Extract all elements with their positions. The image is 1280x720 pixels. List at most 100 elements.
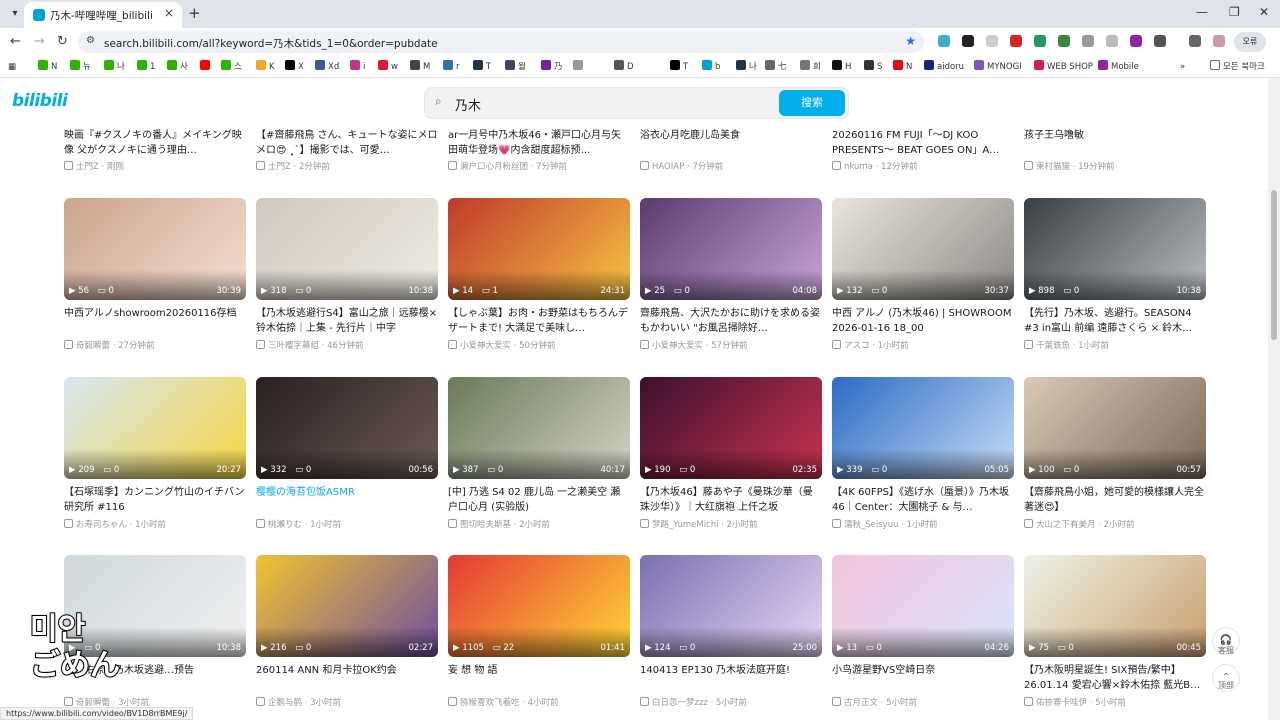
video-card[interactable]: ▶ 75 ▭ 0 00:45 【乃木阪明星誕生! SIX預告/繁中】26.01.… (1024, 555, 1206, 720)
video-thumbnail[interactable]: ▶ 13 ▭ 0 04:26 (832, 555, 1014, 657)
bookmark-item[interactable]: 나 (104, 60, 125, 74)
video-title[interactable]: 【乃木坂逃避行S4】富山之旅｜远藤樱×铃木佑捺｜上集 - 先行片｜中字 (256, 306, 438, 336)
maximize-icon[interactable]: ❐ (1229, 5, 1240, 19)
video-title[interactable]: 【しゃぶ葉】お肉・お野菜はもちろんデザートまで! 大満足で美味し… (448, 306, 630, 336)
bookmark-item[interactable]: 나 (736, 60, 757, 74)
new-tab-plus-icon[interactable]: + (188, 4, 201, 22)
uploader-name[interactable]: 桃瀬りむ (268, 520, 302, 530)
video-thumbnail[interactable]: ▶ 209 ▭ 0 20:27 (64, 377, 246, 479)
video-title[interactable]: ar一月号中乃木坂46・瀬戸口心月与矢田萌华登场💗内含甜度超标预… (448, 128, 630, 158)
uploader-name[interactable]: 濑户口心月粉丝团 (460, 162, 528, 172)
bookmark-item[interactable]: 1 (137, 60, 155, 74)
uploader-name[interactable]: 濡秋_Seisyuu (844, 520, 898, 530)
customer-service-label[interactable]: 客服 (1212, 645, 1240, 656)
bookmark-item[interactable]: S (864, 60, 882, 74)
video-card[interactable]: ▶ 124 ▭ 0 25:00 140413 EP130 乃木坂法庭开庭! 白日… (640, 555, 822, 720)
video-thumbnail[interactable]: ▶ 318 ▭ 0 10:38 (256, 198, 438, 300)
video-title[interactable]: 260114 ANN 和月卡拉OK约会 (256, 663, 438, 693)
extension-icon[interactable] (1130, 35, 1142, 47)
video-card[interactable]: 20260116 FM FUJI「～DJ KOO PRESENTS～ BEAT … (832, 128, 1014, 176)
extension-icon[interactable] (1058, 35, 1070, 47)
search-button[interactable]: 搜索 (779, 90, 845, 116)
video-card[interactable]: ▶ 339 ▭ 0 05:05 【4K 60FPS】《逃げ水（蜃景）》乃木坂46… (832, 377, 1014, 547)
uploader-name[interactable]: 東村猫猫 (1036, 162, 1070, 172)
bookmark-item[interactable]: w (378, 60, 398, 74)
uploader-name[interactable]: 白日忽一梦zzz (652, 698, 708, 708)
minimize-icon[interactable]: — (1196, 5, 1208, 19)
video-title[interactable]: 【4K 60FPS】《逃げ水（蜃景）》乃木坂46｜Center：大園桃子 & 与… (832, 485, 1014, 515)
active-tab[interactable]: 乃木-哔哩哔哩_bilibili × (24, 2, 182, 28)
bookmark-item[interactable]: M (410, 60, 430, 74)
video-title[interactable]: 【乃木坂46】藤あや子《曼珠沙華（曼珠沙华）》｜大红旗袍 上仟之坂 (640, 485, 822, 515)
bookmark-item[interactable]: 월 (505, 60, 526, 74)
back-to-top-label[interactable]: 顶部 (1212, 680, 1240, 691)
video-card[interactable]: ▶ 13 ▭ 0 04:26 小鸟游星野VS空崎日奈 古月正文 · 5小时前 (832, 555, 1014, 720)
extensions-puzzle-icon[interactable] (1154, 35, 1166, 47)
profile-error-chip[interactable]: 오류 (1234, 32, 1266, 52)
video-card[interactable]: ▶ 14 ▭ 1 24:31 【しゃぶ葉】お肉・お野菜はもちろんデザートまで! … (448, 198, 630, 368)
uploader-name[interactable]: 三叶樱字幕组 (268, 341, 319, 351)
video-thumbnail[interactable]: ▶ 75 ▭ 0 00:45 (1024, 555, 1206, 657)
extension-icon[interactable] (962, 35, 974, 47)
uploader-name[interactable]: 土門Z (76, 162, 99, 172)
bookmark-item[interactable]: 회 (800, 60, 821, 74)
bilibili-logo[interactable]: bilibili (12, 91, 68, 111)
bookmark-item[interactable]: T (473, 60, 491, 74)
video-thumbnail[interactable]: ▶ 132 ▭ 0 30:37 (832, 198, 1014, 300)
bookmark-item[interactable]: WEB SHOP (1034, 60, 1093, 74)
uploader-name[interactable]: 小爱神大爱实 (652, 341, 703, 351)
bookmark-item[interactable]: X (285, 60, 304, 74)
video-card[interactable]: 浴衣心月吃鹿儿岛美食 HAOIAP · 7分钟前 (640, 128, 822, 176)
extension-icon[interactable] (938, 35, 950, 47)
bookmark-item[interactable]: Xd (315, 60, 339, 74)
video-title[interactable]: 【乃木阪明星誕生! SIX預告/繁中】26.01.14 愛宕心響×鈴木佑捺 藍光… (1024, 663, 1206, 693)
bookmark-item[interactable]: K (256, 60, 275, 74)
video-title[interactable]: 中西アルノshowroom20260116存档 (64, 306, 246, 336)
uploader-name[interactable]: 企鹅与鹤 (268, 698, 302, 708)
back-arrow-icon[interactable]: ← (10, 34, 21, 49)
video-title[interactable]: [中] 乃逃 S4 02 鹿儿岛 一之濑美空 瀬户口心月 (实验版) (448, 485, 630, 515)
video-card[interactable]: 映画『#クスノキの番人』メイキング映像 父がクスノキに通う理由… 土門Z · 刚… (64, 128, 246, 176)
video-thumbnail[interactable]: ▶ 124 ▭ 0 25:00 (640, 555, 822, 657)
video-thumbnail[interactable]: ▶ 387 ▭ 0 40:17 (448, 377, 630, 479)
video-title[interactable]: 140413 EP130 乃木坂法庭开庭! (640, 663, 822, 693)
video-thumbnail[interactable]: ▶ 216 ▭ 0 02:27 (256, 555, 438, 657)
uploader-name[interactable]: 图切哈夫斯基 (460, 520, 511, 530)
bookmark-item[interactable]: N (38, 60, 57, 74)
page-scrollbar[interactable] (1268, 78, 1280, 720)
bookmark-item[interactable]: 뉴 (70, 60, 91, 74)
bookmark-item[interactable]: 사 (167, 60, 188, 74)
uploader-name[interactable]: 猕猴喜欢飞着吃 (460, 698, 520, 708)
uploader-name[interactable]: 奇毅瞬蕾 (76, 341, 110, 351)
video-title[interactable]: 【#齋藤飛鳥 さん、キュートな姿にメロメロ😍 ˎ̥ˋ】撮影では、可愛… (256, 128, 438, 158)
video-thumbnail[interactable]: ▶ 25 ▭ 0 04:08 (640, 198, 822, 300)
uploader-name[interactable]: お寿司ちゃん (76, 520, 127, 530)
apps-grid-icon[interactable]: ▦ (8, 60, 16, 74)
download-icon[interactable] (1189, 35, 1201, 47)
uploader-name[interactable]: 大山之下有美月 (1036, 520, 1096, 530)
bookmark-item[interactable]: H (832, 60, 851, 74)
video-card[interactable]: ar一月号中乃木坂46・瀬戸口心月与矢田萌华登场💗内含甜度超标预… 濑户口心月粉… (448, 128, 630, 176)
scrollbar-thumb[interactable] (1271, 190, 1277, 340)
video-title[interactable]: 中西 アルノ (乃木坂46) | SHOWROOM 2026-01-16 18_… (832, 306, 1014, 336)
video-card[interactable]: 【#齋藤飛鳥 さん、キュートな姿にメロメロ😍 ˎ̥ˋ】撮影では、可愛… 土門Z … (256, 128, 438, 176)
uploader-name[interactable]: 佑捺寨卡哇伊 (1036, 698, 1087, 708)
video-thumbnail[interactable]: ▶ 1105 ▭ 22 01:41 (448, 555, 630, 657)
bookmark-item[interactable]: MYNOGI (974, 60, 1022, 74)
uploader-name[interactable]: 土門Z (268, 162, 291, 172)
extension-icon[interactable] (1082, 35, 1094, 47)
video-card[interactable]: ▶ 1105 ▭ 22 01:41 妄 想 物 語 猕猴喜欢飞着吃 · 4小时前 (448, 555, 630, 720)
video-card[interactable]: ▶ 332 ▭ 0 00:56 樱樱の海苔包饭ASMR 桃瀬りむ · 1小时前 (256, 377, 438, 547)
video-card[interactable]: ▶ 25 ▭ 0 04:08 齋藤飛鳥、大沢たかおに助けを求める姿もかわいい "… (640, 198, 822, 368)
bookmark-item[interactable]: T (670, 60, 688, 74)
video-thumbnail[interactable]: ▶ 14 ▭ 1 24:31 (448, 198, 630, 300)
video-card[interactable]: ▶ 216 ▭ 0 02:27 260114 ANN 和月卡拉OK约会 企鹅与鹤… (256, 555, 438, 720)
avatar[interactable] (1213, 35, 1225, 47)
bookmark-item[interactable]: b (702, 60, 720, 74)
video-title[interactable]: 小鸟游星野VS空崎日奈 (832, 663, 1014, 693)
extension-icon[interactable] (986, 35, 998, 47)
reload-icon[interactable]: ↻ (57, 34, 68, 49)
uploader-name[interactable]: 梦路_YumeMichi (652, 520, 718, 530)
video-card[interactable]: ▶ 898 ▭ 0 10:38 【先行】乃木坂、逃避行。SEASON4 #3 i… (1024, 198, 1206, 368)
search-box[interactable]: ⌕ 乃木 搜索 (424, 87, 849, 119)
